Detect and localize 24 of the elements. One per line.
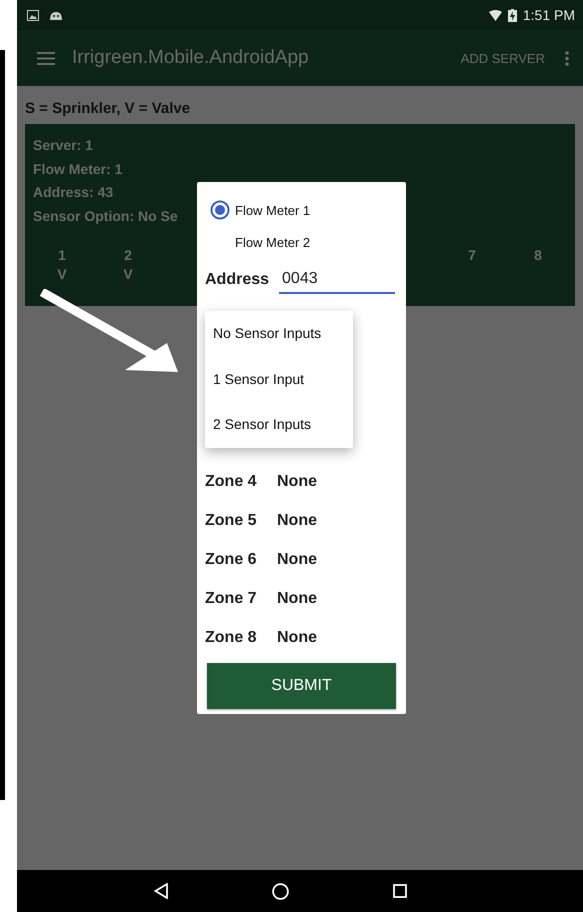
- zone-value: None: [277, 628, 317, 646]
- legend-text: S = Sprinkler, V = Valve: [25, 100, 192, 117]
- zone-label: Zone 6: [205, 550, 258, 568]
- zone-number: 7: [468, 246, 476, 265]
- address-label: Address: [205, 271, 270, 290]
- zone-type: V: [123, 265, 133, 284]
- zone-value: None: [277, 472, 317, 490]
- zone-number: 2: [124, 246, 132, 265]
- zone-label: Zone 8: [205, 628, 258, 646]
- zone-value: None: [277, 512, 317, 530]
- zone-label: Zone 7: [205, 590, 258, 608]
- zone-number: 8: [534, 246, 542, 265]
- card-text: Address: 43: [33, 183, 114, 202]
- zone-number: 1: [58, 246, 66, 265]
- card-text: Flow Meter: 1: [33, 160, 122, 178]
- zone-value: None: [277, 550, 317, 568]
- app-title: Irrigreen.Mobile.AndroidApp: [72, 47, 310, 69]
- zone-label: Zone 5: [205, 512, 258, 530]
- card-text: Sensor Option: No Se: [33, 206, 178, 226]
- zone-label: Zone 4: [205, 472, 258, 490]
- status-time: 1:51 PM: [522, 7, 575, 23]
- zone-value: None: [277, 590, 317, 608]
- zone-type: V: [57, 265, 67, 284]
- card-text: Server: 1: [33, 136, 93, 155]
